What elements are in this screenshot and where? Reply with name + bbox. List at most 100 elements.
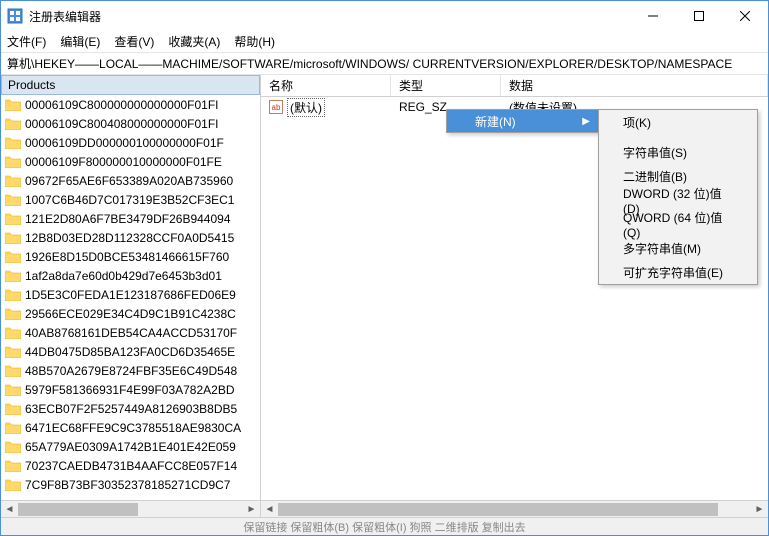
tree-item-label: 1af2a8da7e60d0b429d7e6453b3d01 bbox=[25, 269, 222, 283]
folder-icon bbox=[5, 345, 21, 358]
status-bar: 保留链接 保留粗体(B) 保留粗体(I) 狗照 二维排版 复制出去 bbox=[1, 517, 768, 535]
menu-item-label: 多字符串值(M) bbox=[623, 240, 701, 257]
menu-item-key[interactable]: 项(K) bbox=[599, 110, 757, 134]
menu-help[interactable]: 帮助(H) bbox=[234, 33, 275, 50]
menu-file[interactable]: 文件(F) bbox=[7, 33, 46, 50]
tree-item[interactable]: 70237CAEDB4731B4AAFCC8E057F14 bbox=[1, 456, 260, 475]
tree-item[interactable]: 1007C6B46D7C017319E3B52CF3EC1 bbox=[1, 190, 260, 209]
menu-item-label: 字符串值(S) bbox=[623, 144, 687, 161]
menu-item-label: QWORD (64 位)值(Q) bbox=[623, 209, 737, 240]
tree-item-label: 00006109DD000000100000000F01F bbox=[25, 136, 224, 150]
tree-item-label: 29566ECE029E34C4D9C1B91C4238C bbox=[25, 307, 236, 321]
tree-item[interactable]: 6471EC68FFE9C9C3785518AE9830CA bbox=[1, 418, 260, 437]
column-headers: 名称 类型 数据 bbox=[261, 75, 768, 97]
tree-item[interactable]: 1926E8D15D0BCE53481466615F760 bbox=[1, 247, 260, 266]
folder-icon bbox=[5, 421, 21, 434]
tree-item-label: 00006109C800000000000000F01FI bbox=[25, 98, 219, 112]
tree-item-label: 1007C6B46D7C017319E3B52CF3EC1 bbox=[25, 193, 234, 207]
value-name: (默认) bbox=[287, 98, 325, 117]
menu-edit[interactable]: 编辑(E) bbox=[60, 33, 100, 50]
menu-item-label: 二进制值(B) bbox=[623, 168, 687, 185]
tree-item-label: 12B8D03ED28D112328CCF0A0D5415 bbox=[25, 231, 234, 245]
folder-icon bbox=[5, 326, 21, 339]
tree-header[interactable]: Products bbox=[1, 75, 260, 95]
context-menu-new: 项(K) 字符串值(S) 二进制值(B) DWORD (32 位)值(D) QW… bbox=[598, 109, 758, 285]
tree-item-label: 65A779AE0309A1742B1E401E42E059 bbox=[25, 440, 236, 454]
close-button[interactable] bbox=[722, 1, 768, 31]
maximize-button[interactable] bbox=[676, 1, 722, 31]
folder-icon bbox=[5, 136, 21, 149]
scroll-right-icon[interactable]: ► bbox=[243, 501, 260, 517]
address-bar[interactable]: 算机\HEKEY——LOCAL——MACHIME/SOFTWARE/micros… bbox=[1, 53, 768, 75]
tree-item[interactable]: 1D5E3C0FEDA1E123187686FED06E9 bbox=[1, 285, 260, 304]
tree-item-label: 00006109C800408000000000F01FI bbox=[25, 117, 219, 131]
tree-item[interactable]: 65A779AE0309A1742B1E401E42E059 bbox=[1, 437, 260, 456]
tree-item-label: 1926E8D15D0BCE53481466615F760 bbox=[25, 250, 229, 264]
folder-icon bbox=[5, 288, 21, 301]
menu-view[interactable]: 查看(V) bbox=[114, 33, 154, 50]
menu-item-new[interactable]: 新建(N) ▶ bbox=[447, 110, 598, 132]
value-name-cell: ab (默认) bbox=[261, 98, 391, 117]
values-hscrollbar[interactable]: ◄ ► bbox=[261, 500, 768, 517]
folder-icon bbox=[5, 231, 21, 244]
tree-item-label: 6471EC68FFE9C9C3785518AE9830CA bbox=[25, 421, 241, 435]
tree-item[interactable]: 00006109C800000000000000F01FI bbox=[1, 95, 260, 114]
folder-icon bbox=[5, 155, 21, 168]
tree-item[interactable]: 48B570A2679E8724FBF35E6C49D548 bbox=[1, 361, 260, 380]
menu-item-multi[interactable]: 多字符串值(M) bbox=[599, 236, 757, 260]
col-data[interactable]: 数据 bbox=[501, 75, 768, 96]
scroll-thumb[interactable] bbox=[18, 503, 138, 516]
folder-icon bbox=[5, 307, 21, 320]
tree-item[interactable]: 5979F581366931F4E99F03A782A2BD bbox=[1, 380, 260, 399]
col-type[interactable]: 类型 bbox=[391, 75, 501, 96]
tree-item[interactable]: 29566ECE029E34C4D9C1B91C4238C bbox=[1, 304, 260, 323]
tree-item[interactable]: 44DB0475D85BA123FA0CD6D35465E bbox=[1, 342, 260, 361]
tree-item[interactable]: 09672F65AE6F653389A020AB735960 bbox=[1, 171, 260, 190]
tree-item[interactable]: 12B8D03ED28D112328CCF0A0D5415 bbox=[1, 228, 260, 247]
regedit-window: 注册表编辑器 文件(F) 编辑(E) 查看(V) 收藏夹(A) 帮助(H) 算机… bbox=[0, 0, 769, 536]
tree-item[interactable]: 1af2a8da7e60d0b429d7e6453b3d01 bbox=[1, 266, 260, 285]
tree-hscrollbar[interactable]: ◄ ► bbox=[1, 500, 260, 517]
folder-icon bbox=[5, 174, 21, 187]
folder-icon bbox=[5, 478, 21, 491]
tree-item-label: 48B570A2679E8724FBF35E6C49D548 bbox=[25, 364, 237, 378]
tree-item[interactable]: 121E2D80A6F7BE3479DF26B944094 bbox=[1, 209, 260, 228]
tree-item[interactable]: 7C9F8B73BF30352378185271CD9C7 bbox=[1, 475, 260, 494]
tree-list[interactable]: 00006109C800000000000000F01FI 00006109C80… bbox=[1, 95, 260, 500]
tree-item[interactable]: 00006109C800408000000000F01FI bbox=[1, 114, 260, 133]
scroll-left-icon[interactable]: ◄ bbox=[1, 501, 18, 517]
tree-item[interactable]: 63ECB07F2F5257449A8126903B8DB5 bbox=[1, 399, 260, 418]
tree-item-label: 7C9F8B73BF30352378185271CD9C7 bbox=[25, 478, 230, 492]
minimize-button[interactable] bbox=[630, 1, 676, 31]
submenu-arrow-icon: ▶ bbox=[582, 116, 590, 127]
col-name[interactable]: 名称 bbox=[261, 75, 391, 96]
tree-item-label: 00006109F800000010000000F01FE bbox=[25, 155, 222, 169]
folder-icon bbox=[5, 250, 21, 263]
string-value-icon: ab bbox=[269, 100, 283, 114]
menu-item-qword[interactable]: QWORD (64 位)值(Q) bbox=[599, 212, 757, 236]
tree-item[interactable]: 00006109F800000010000000F01FE bbox=[1, 152, 260, 171]
tree-item-label: 63ECB07F2F5257449A8126903B8DB5 bbox=[25, 402, 237, 416]
menu-bar: 文件(F) 编辑(E) 查看(V) 收藏夹(A) 帮助(H) bbox=[1, 31, 768, 53]
scroll-thumb[interactable] bbox=[278, 503, 718, 516]
menu-item-expand[interactable]: 可扩充字符串值(E) bbox=[599, 260, 757, 284]
title-bar[interactable]: 注册表编辑器 bbox=[1, 1, 768, 31]
folder-icon bbox=[5, 440, 21, 453]
tree-item-label: 44DB0475D85BA123FA0CD6D35465E bbox=[25, 345, 235, 359]
folder-icon bbox=[5, 402, 21, 415]
tree-pane: Products 00006109C800000000000000F01FI00… bbox=[1, 75, 261, 517]
menu-item-string[interactable]: 字符串值(S) bbox=[599, 140, 757, 164]
folder-icon bbox=[5, 98, 21, 111]
menu-favorites[interactable]: 收藏夹(A) bbox=[168, 33, 220, 50]
tree-item[interactable]: 40AB8768161DEB54CA4ACCD53170F bbox=[1, 323, 260, 342]
tree-item-label: 1D5E3C0FEDA1E123187686FED06E9 bbox=[25, 288, 236, 302]
scroll-right-icon[interactable]: ► bbox=[751, 501, 768, 517]
folder-icon bbox=[5, 459, 21, 472]
folder-icon bbox=[5, 383, 21, 396]
tree-item-label: 40AB8768161DEB54CA4ACCD53170F bbox=[25, 326, 237, 340]
app-icon bbox=[7, 8, 23, 24]
window-controls bbox=[630, 1, 768, 31]
tree-item[interactable]: 00006109DD000000100000000F01F bbox=[1, 133, 260, 152]
scroll-left-icon[interactable]: ◄ bbox=[261, 501, 278, 517]
folder-icon bbox=[5, 212, 21, 225]
